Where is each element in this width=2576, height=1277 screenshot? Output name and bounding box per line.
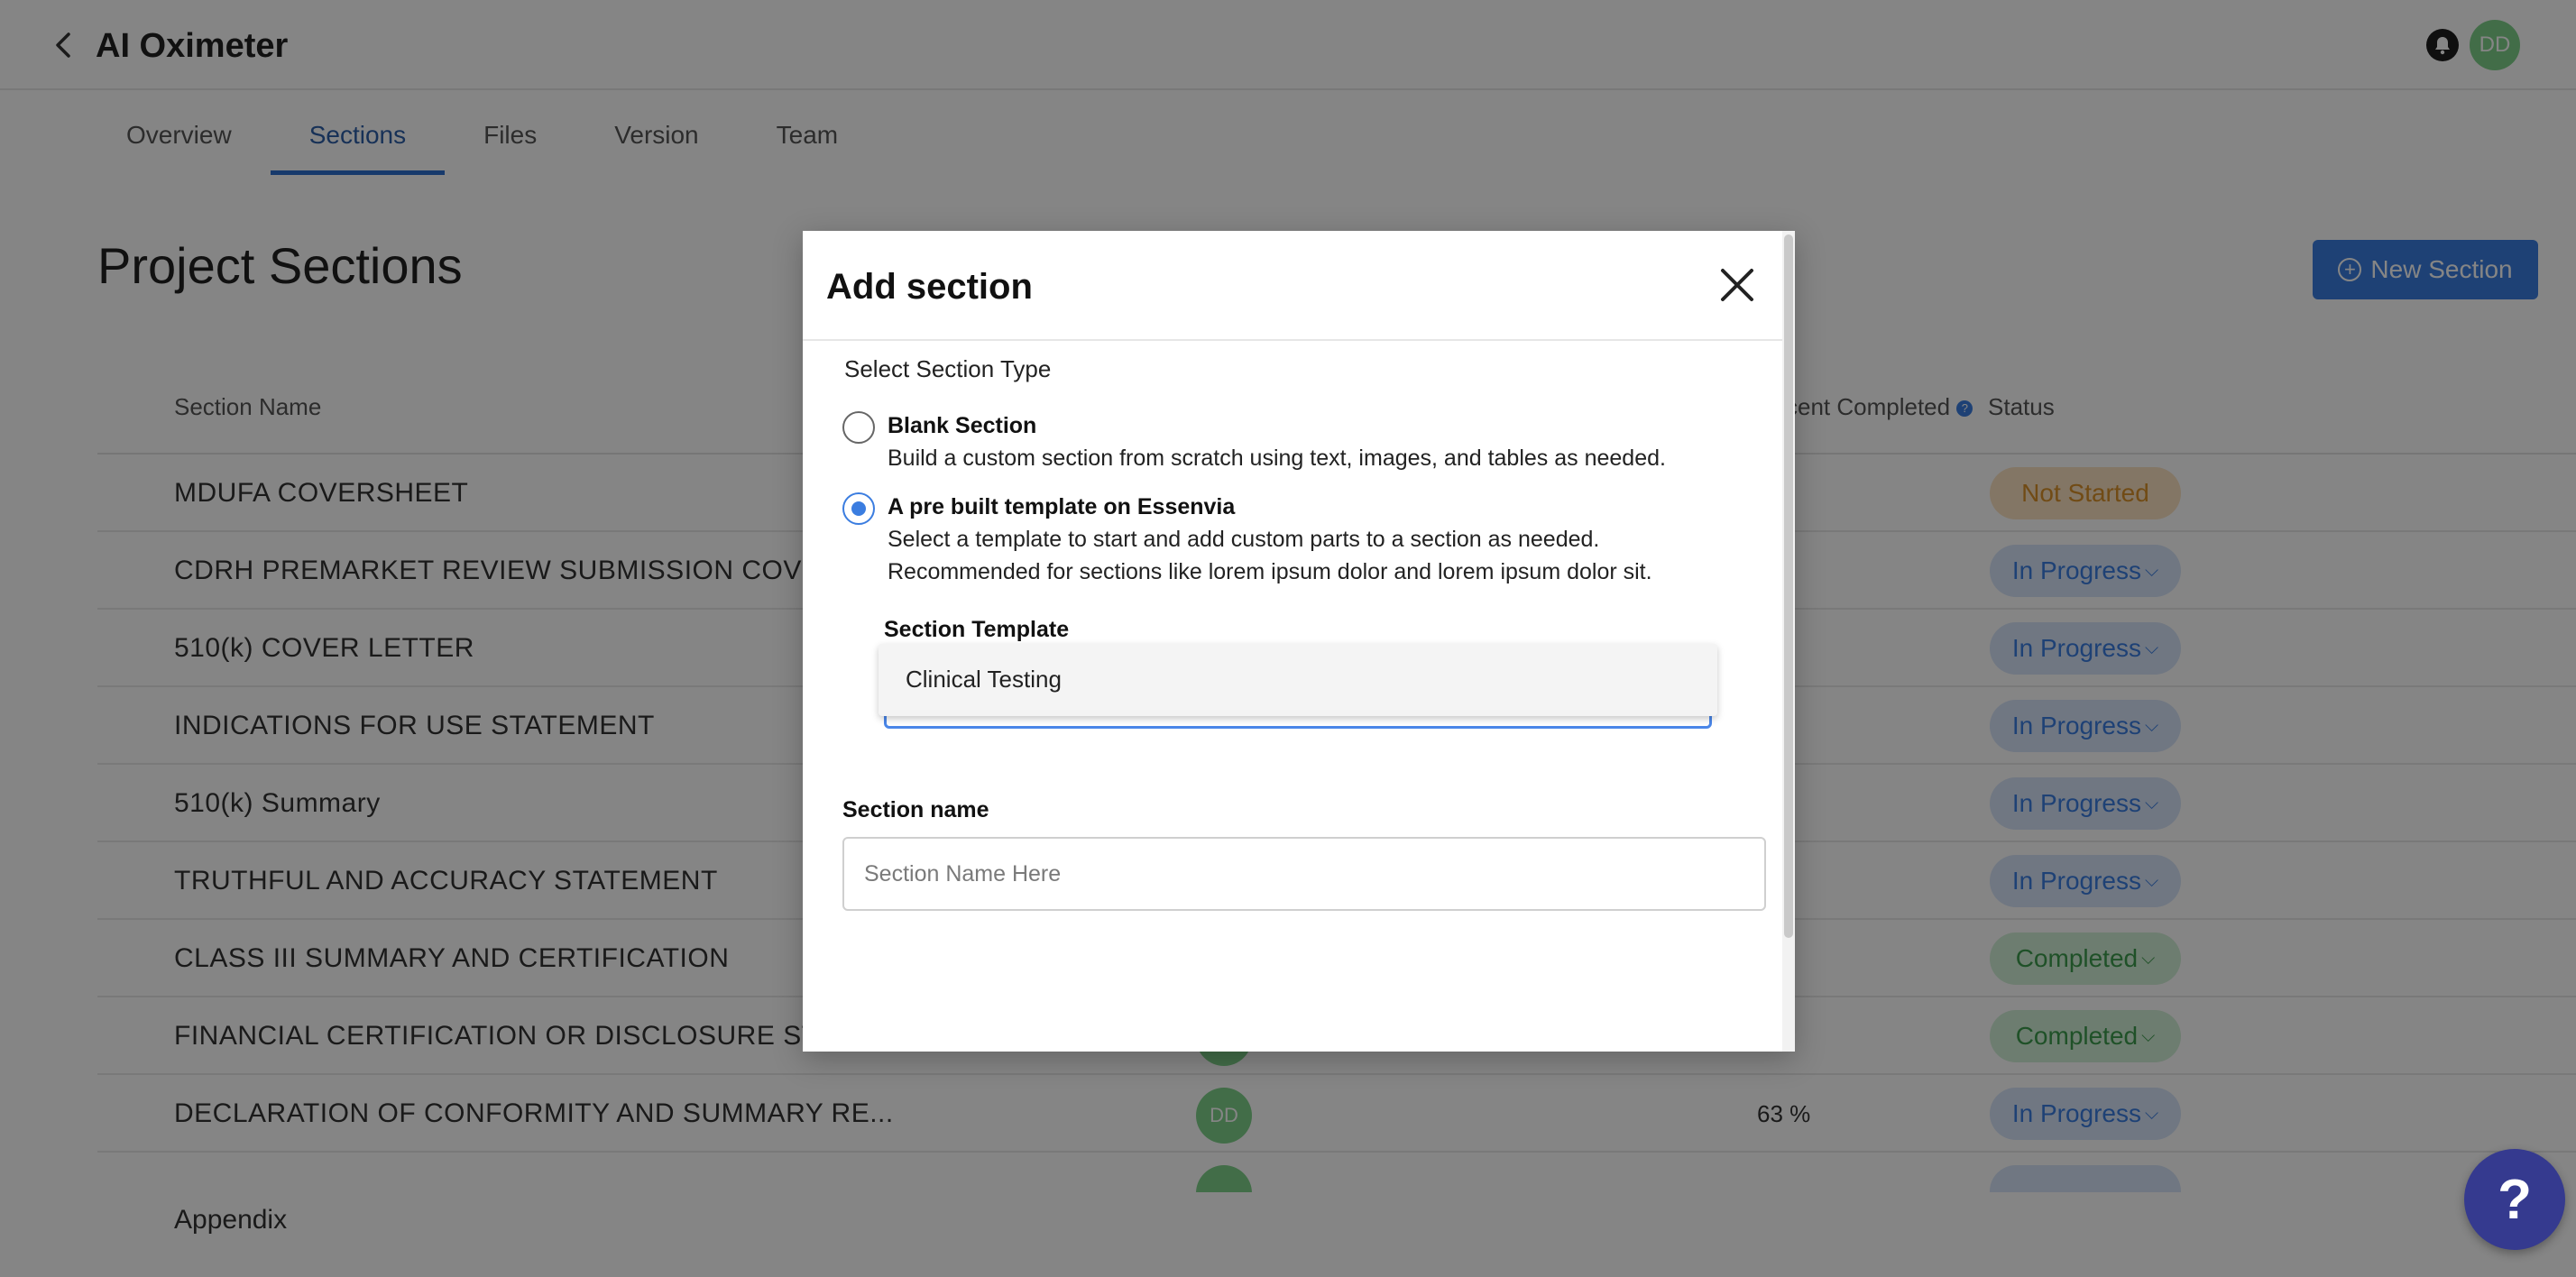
modal-scrollbar[interactable] bbox=[1782, 231, 1795, 1052]
close-icon[interactable] bbox=[1716, 263, 1759, 307]
template-section-recommendation: Recommended for sections like lorem ipsu… bbox=[888, 559, 1652, 584]
blank-section-title[interactable]: Blank Section bbox=[888, 413, 1036, 439]
section-name-label: Section name bbox=[842, 797, 989, 822]
template-section-title[interactable]: A pre built template on Essenvia bbox=[888, 494, 1235, 520]
scrollbar-thumb[interactable] bbox=[1784, 234, 1793, 938]
template-option-clinical-testing[interactable]: Clinical Testing bbox=[906, 666, 1062, 694]
blank-section-radio[interactable] bbox=[842, 411, 875, 444]
help-button[interactable]: ? bbox=[2464, 1149, 2565, 1250]
section-type-label: Select Section Type bbox=[844, 355, 1052, 382]
blank-section-description: Build a custom section from scratch usin… bbox=[888, 446, 1666, 471]
add-section-modal: Add section Select Section Type Blank Se… bbox=[803, 231, 1795, 1052]
section-template-label: Section Template bbox=[884, 617, 1070, 642]
modal-header: Add section bbox=[803, 231, 1795, 341]
template-section-description: Select a template to start and add custo… bbox=[888, 527, 1600, 552]
section-template-dropdown: Clinical Testing bbox=[879, 644, 1717, 716]
section-name-input[interactable] bbox=[842, 837, 1766, 911]
modal-title: Add section bbox=[826, 267, 1033, 307]
template-section-radio[interactable] bbox=[842, 492, 875, 525]
